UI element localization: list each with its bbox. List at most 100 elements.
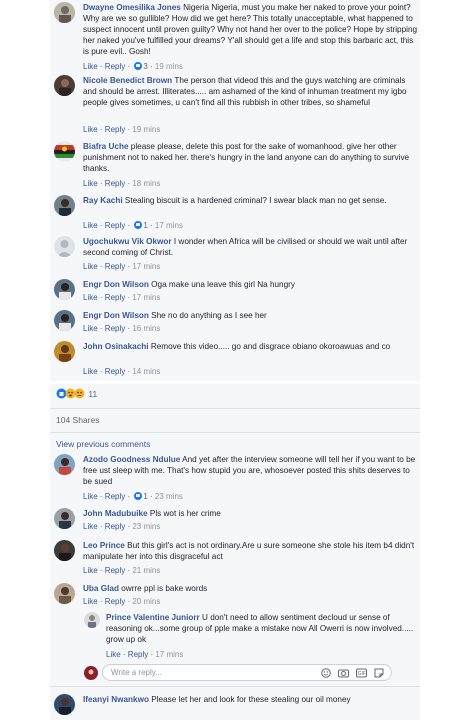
comment-text: Oga make una leave this girl Na hungry (151, 280, 295, 289)
comment-text: Remove this video..... go and disgrace o… (150, 342, 391, 351)
timestamp[interactable]: 17 mins (155, 650, 183, 659)
reply-input[interactable]: Write a reply... GIF (102, 664, 392, 681)
avatar[interactable] (54, 141, 75, 162)
like-link[interactable]: Like (83, 262, 98, 271)
commenter-name[interactable]: Nicole Benedict Brown (83, 76, 172, 85)
comment-text: Pls wot is her crime (149, 509, 221, 518)
divider (50, 408, 420, 409)
like-link[interactable]: Like (83, 522, 98, 531)
commenter-name[interactable]: Prince Valentine Juniorr (106, 613, 200, 622)
commenter-name[interactable]: Ray Kachi (83, 196, 123, 205)
timestamp[interactable]: 17 mins (155, 221, 183, 230)
commenter-name[interactable]: John Osinakachi (83, 342, 149, 351)
comment-text: owrre ppl is bake words (121, 584, 208, 593)
timestamp[interactable]: 17 mins (132, 262, 160, 271)
reaction-icons (56, 388, 85, 399)
comments-panel-bottom: 11 104 Shares View previous comments Azo… (50, 384, 420, 720)
comment-text: Please let her and look for these steali… (151, 695, 351, 704)
timestamp[interactable]: 17 mins (132, 293, 160, 302)
commenter-name[interactable]: John Madubuike (83, 509, 148, 518)
avatar[interactable] (54, 2, 75, 23)
commenter-name[interactable]: Ugochukwu Vik Okwor (83, 237, 172, 246)
avatar[interactable] (54, 694, 75, 715)
like-link[interactable]: Like (83, 221, 98, 230)
reply-link[interactable]: Reply (105, 522, 125, 531)
avatar[interactable] (54, 454, 75, 475)
comment-text: Stealing biscuit is a hardened criminal?… (124, 196, 387, 205)
comment-text: But this girl's act is not ordinary.Are … (83, 541, 415, 561)
reply-link[interactable]: Reply (105, 492, 125, 501)
reply-link[interactable]: Reply (105, 293, 125, 302)
emoji-icon[interactable] (321, 668, 331, 678)
reply-link[interactable]: Reply (105, 324, 125, 333)
avatar[interactable] (54, 279, 75, 300)
like-link[interactable]: Like (83, 367, 98, 376)
reply-link[interactable]: Reply (128, 650, 148, 659)
reply-link[interactable]: Reply (105, 367, 125, 376)
commenter-name[interactable]: Engr Don Wilson (83, 311, 149, 320)
like-reaction-icon (134, 492, 143, 500)
reaction-count: 11 (88, 389, 98, 399)
timestamp[interactable]: 23 mins (155, 492, 183, 501)
commenter-name[interactable]: Engr Don Wilson (83, 280, 149, 289)
like-reaction-icon (134, 62, 143, 70)
reply-link[interactable]: Reply (105, 125, 125, 134)
like-link[interactable]: Like (83, 492, 98, 501)
avatar[interactable] (54, 583, 75, 604)
camera-icon[interactable] (338, 668, 349, 678)
avatar[interactable] (54, 540, 75, 561)
like-link[interactable]: Like (83, 179, 98, 188)
reply-link[interactable]: Reply (105, 262, 125, 271)
avatar[interactable] (54, 508, 75, 529)
divider (50, 686, 420, 687)
timestamp[interactable]: 18 mins (132, 179, 160, 188)
timestamp[interactable]: 16 mins (132, 324, 160, 333)
reply-link[interactable]: Reply (105, 62, 125, 71)
avatar[interactable] (54, 341, 75, 362)
avatar[interactable] (54, 236, 75, 257)
comments-panel-top: Dwayne Omesilika Jones Nigeria Nigeria, … (50, 0, 420, 381)
reply-link[interactable]: Reply (105, 221, 125, 230)
like-link[interactable]: Like (83, 566, 98, 575)
sticker-icon[interactable] (374, 668, 384, 678)
like-link[interactable]: Like (83, 62, 98, 71)
like-link[interactable]: Like (83, 324, 98, 333)
commenter-name[interactable]: Biafra Uche (83, 142, 129, 151)
divider (50, 432, 420, 433)
comment-text: She no do anything as I see her (151, 311, 267, 320)
reply-placeholder: Write a reply... (111, 668, 162, 677)
commenter-name[interactable]: Dwayne Omesilika Jones (83, 3, 181, 12)
view-previous-comments-link[interactable]: View previous comments (56, 439, 150, 449)
commenter-name[interactable]: Ifeanyi Nwankwo (83, 695, 149, 704)
avatar[interactable] (54, 75, 75, 96)
timestamp[interactable]: 21 mins (132, 566, 160, 575)
commenter-name[interactable]: Leo Prince (83, 541, 125, 550)
like-link[interactable]: Like (83, 293, 98, 302)
avatar[interactable] (54, 195, 75, 216)
reaction-count[interactable]: 1 (143, 492, 147, 501)
reaction-count[interactable]: 1 (143, 221, 147, 230)
timestamp[interactable]: 20 mins (132, 597, 160, 606)
avatar[interactable] (84, 612, 100, 628)
reaction-count[interactable]: 3 (143, 62, 147, 71)
gif-icon[interactable]: GIF (356, 668, 367, 678)
svg-text:GIF: GIF (358, 671, 366, 677)
avatar[interactable] (54, 310, 75, 331)
reply-link[interactable]: Reply (105, 566, 125, 575)
timestamp[interactable]: 19 mins (155, 62, 183, 71)
like-reaction-icon (134, 221, 143, 229)
timestamp[interactable]: 14 mins (132, 367, 160, 376)
comment-text: please please, delete this post for the … (83, 142, 410, 173)
commenter-name[interactable]: Azodo Goodness Ndulue (83, 455, 180, 464)
timestamp[interactable]: 23 mins (132, 522, 160, 531)
post-reactions[interactable]: 11 (56, 388, 97, 400)
commenter-name[interactable]: Uba Glad (83, 584, 119, 593)
like-link[interactable]: Like (106, 650, 121, 659)
reply-link[interactable]: Reply (105, 179, 125, 188)
shares-count[interactable]: 104 Shares (56, 415, 99, 425)
composer-avatar (84, 666, 98, 685)
reply-link[interactable]: Reply (105, 597, 125, 606)
like-link[interactable]: Like (83, 125, 98, 134)
like-link[interactable]: Like (83, 597, 98, 606)
timestamp[interactable]: 19 mins (132, 125, 160, 134)
